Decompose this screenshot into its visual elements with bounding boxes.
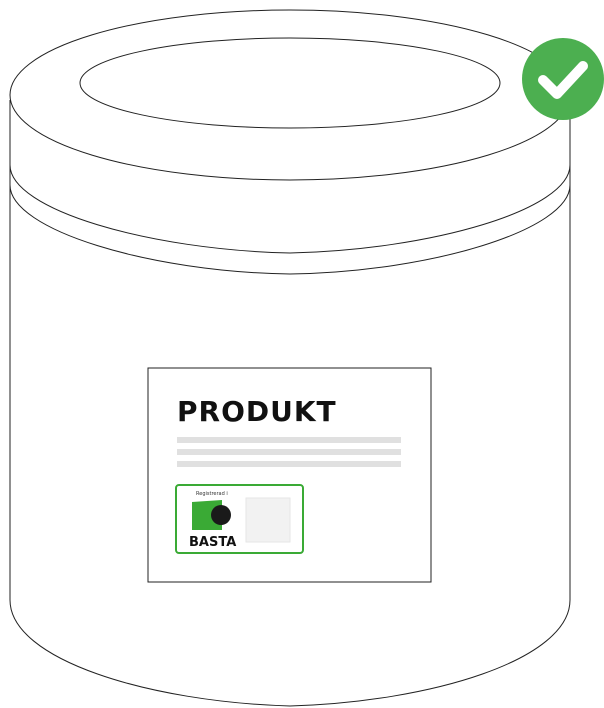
check-badge <box>522 38 604 120</box>
bucket-illustration: PRODUKT Registrerad i BASTA <box>9 9 604 707</box>
badge-placeholder-box <box>245 497 291 543</box>
bucket-lid-inner <box>79 37 501 129</box>
basta-brand: BASTA <box>189 535 236 550</box>
label-text-line <box>177 461 401 467</box>
basta-logo-dot <box>211 505 231 525</box>
label-text-line <box>177 449 401 455</box>
basta-caption: Registrerad i <box>196 491 228 497</box>
label-text-line <box>177 437 401 443</box>
product-title: PRODUKT <box>177 395 337 428</box>
